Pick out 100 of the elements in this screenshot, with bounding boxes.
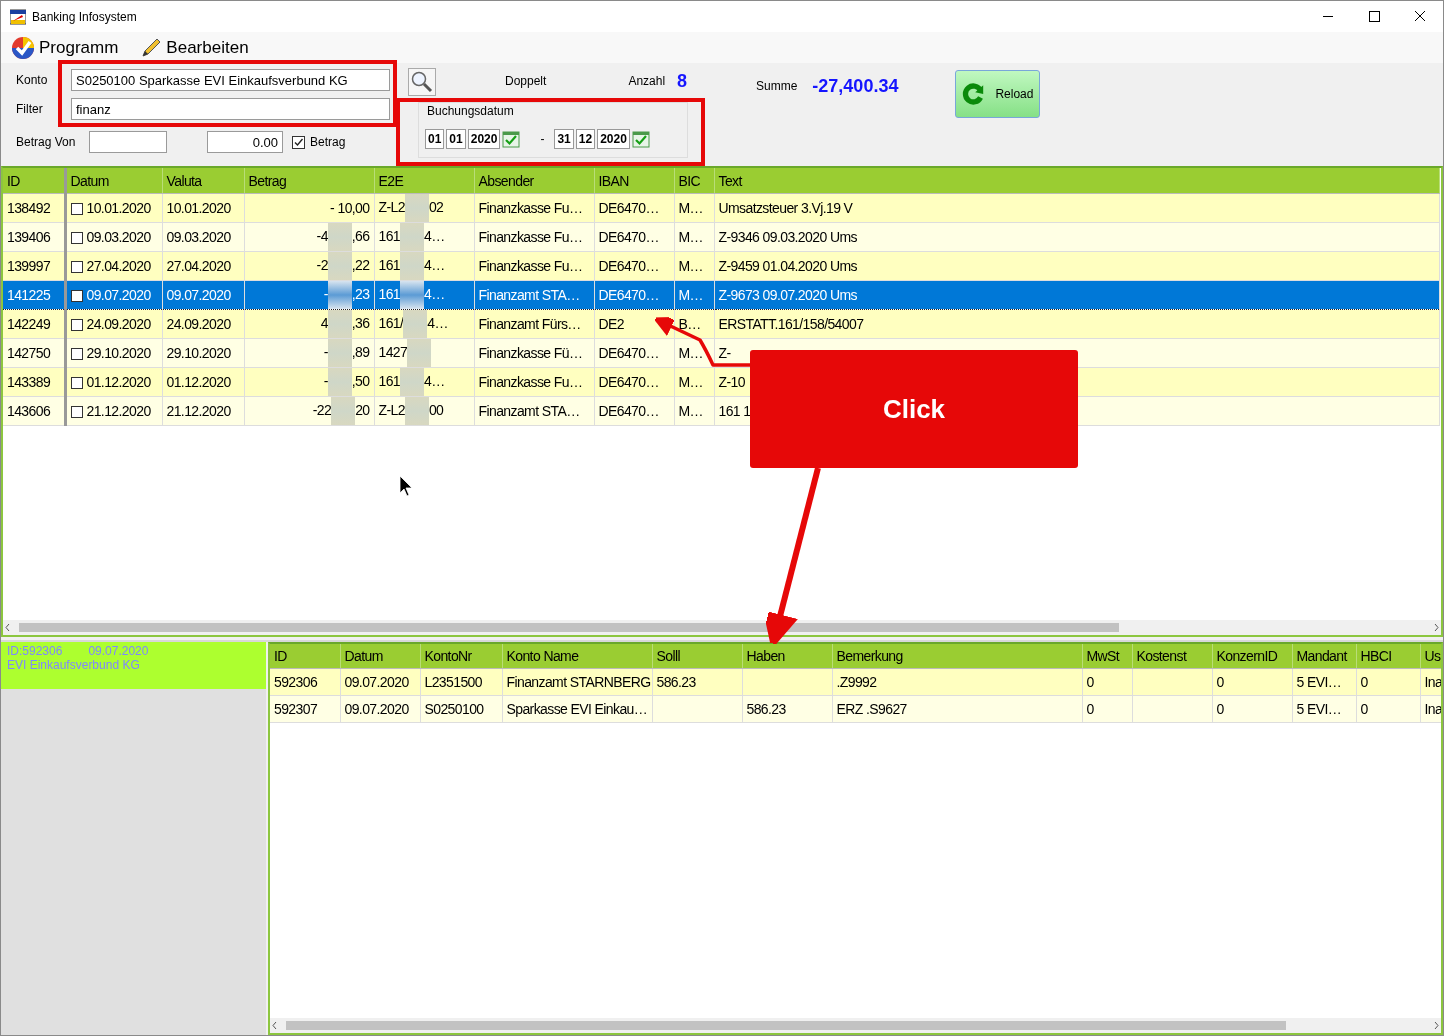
table-cell: 09.07.2020 bbox=[340, 695, 420, 723]
table-cell[interactable]: 139997 bbox=[3, 251, 65, 281]
column-header[interactable]: E2E bbox=[374, 168, 474, 194]
blur-patch bbox=[327, 368, 352, 396]
column-header[interactable]: Datum bbox=[340, 644, 420, 669]
checkbox[interactable] bbox=[70, 290, 83, 302]
table-cell: Finanzamt Fürs… bbox=[474, 309, 594, 339]
table-cell: DE6470… bbox=[594, 367, 674, 397]
table-cell: DE6470… bbox=[594, 280, 674, 310]
table-cell: 24.09.2020 bbox=[162, 309, 244, 339]
date-part-field[interactable]: 2020 bbox=[467, 129, 501, 149]
table-cell: 161 4… bbox=[374, 251, 474, 281]
column-header[interactable]: Solll bbox=[652, 644, 742, 669]
table-cell: Z-L2 00 bbox=[374, 396, 474, 426]
table-cell: 0 bbox=[1212, 695, 1292, 723]
checkbox-label: Betrag bbox=[310, 135, 346, 149]
blur-patch bbox=[327, 281, 352, 309]
table-cell: - ,89 bbox=[244, 338, 374, 368]
table-cell: 27.04.2020 bbox=[162, 251, 244, 281]
menu-item[interactable]: Bearbeiten bbox=[140, 36, 249, 59]
column-header[interactable]: HBCI bbox=[1356, 644, 1420, 669]
group-label: Buchungsdatum bbox=[427, 104, 514, 118]
table-cell: 592307 bbox=[270, 695, 340, 723]
table-cell: DE6470… bbox=[594, 193, 674, 223]
column-header[interactable]: Konto Name bbox=[502, 644, 652, 669]
column-header[interactable]: ID bbox=[3, 168, 65, 194]
table-cell: Finanzamt STA… bbox=[474, 396, 594, 426]
table-cell: - ,23 bbox=[244, 280, 374, 310]
table-cell[interactable]: 143606 bbox=[3, 396, 65, 426]
table-cell: 592306 bbox=[270, 668, 340, 696]
column-header[interactable]: Haben bbox=[742, 644, 832, 669]
date-part-field[interactable]: 2020 bbox=[597, 129, 630, 149]
column-header[interactable]: Absender bbox=[474, 168, 594, 194]
table-cell[interactable]: 142750 bbox=[3, 338, 65, 368]
column-header[interactable]: Bemerkung bbox=[832, 644, 1082, 669]
filter-field[interactable]: finanz bbox=[71, 98, 390, 120]
menu-item[interactable]: Programm bbox=[11, 35, 119, 60]
column-header[interactable]: Datum bbox=[65, 168, 162, 194]
table-cell[interactable]: 141225 bbox=[3, 280, 65, 310]
table-cell: 4 ,36 bbox=[244, 309, 374, 339]
table-cell[interactable]: 138492 bbox=[3, 193, 65, 223]
column-header[interactable]: Us bbox=[1420, 644, 1441, 669]
calendar-icon[interactable] bbox=[631, 130, 650, 148]
table-cell: .Z9992 bbox=[832, 668, 1082, 696]
reload-icon bbox=[962, 81, 986, 107]
table-cell: 5 EVI… bbox=[1292, 668, 1356, 696]
checkbox[interactable] bbox=[70, 261, 83, 273]
table-cell: Z-9459 01.04.2020 Ums bbox=[714, 251, 1439, 281]
column-header[interactable]: MwSt bbox=[1082, 644, 1132, 669]
horizontal-scrollbar[interactable] bbox=[3, 620, 1441, 635]
blur-patch bbox=[400, 368, 425, 396]
amount-from-field[interactable] bbox=[89, 131, 167, 153]
horizontal-scrollbar[interactable] bbox=[270, 1018, 1441, 1033]
column-header[interactable]: KontoNr bbox=[420, 644, 502, 669]
date-part-field[interactable]: 01 bbox=[425, 129, 445, 149]
checkbox[interactable] bbox=[70, 203, 83, 215]
calendar-icon[interactable] bbox=[502, 130, 521, 148]
date-part-field[interactable]: 31 bbox=[554, 129, 574, 149]
account-field[interactable]: S0250100 Sparkasse EVI Einkaufsverbund KG bbox=[71, 69, 390, 91]
table-cell: 161 4… bbox=[374, 222, 474, 252]
column-header[interactable]: Mandant bbox=[1292, 644, 1356, 669]
table-cell: 586.23 bbox=[652, 668, 742, 696]
blur-patch bbox=[407, 339, 432, 367]
date-part-field[interactable]: 01 bbox=[446, 129, 466, 149]
table-cell[interactable]: 142249 bbox=[3, 309, 65, 339]
column-header[interactable]: KonzernID bbox=[1212, 644, 1292, 669]
checkbox[interactable] bbox=[70, 406, 83, 418]
table-cell: 586.23 bbox=[742, 695, 832, 723]
table-cell[interactable]: 139406 bbox=[3, 222, 65, 252]
checkbox[interactable] bbox=[292, 135, 305, 149]
table-cell: -2 ,22 bbox=[244, 251, 374, 281]
checkbox[interactable] bbox=[70, 232, 83, 244]
info-text: ID:592306 bbox=[7, 644, 63, 658]
table-cell: Z-9673 09.07.2020 Ums bbox=[714, 280, 1439, 310]
table-cell: Finanzamt STARNBERG bbox=[502, 668, 652, 696]
table-cell: Finanzkasse Fu… bbox=[474, 193, 594, 223]
column-header[interactable]: ID bbox=[270, 644, 340, 669]
duplicate-label: Doppelt bbox=[505, 74, 547, 88]
column-header[interactable]: Kostenst bbox=[1132, 644, 1212, 669]
table-cell[interactable]: 143389 bbox=[3, 367, 65, 397]
table-cell: Finanzkasse Fu… bbox=[474, 251, 594, 281]
search-button[interactable] bbox=[408, 68, 436, 96]
table-cell: Finanzamt STA… bbox=[474, 280, 594, 310]
column-header[interactable]: Valuta bbox=[162, 168, 244, 194]
table-cell: 29.10.2020 bbox=[162, 338, 244, 368]
column-header[interactable]: IBAN bbox=[594, 168, 674, 194]
checkbox[interactable] bbox=[70, 377, 83, 389]
blur-patch bbox=[404, 194, 429, 222]
table-cell: Z-9346 09.03.2020 Ums bbox=[714, 222, 1439, 252]
checkbox[interactable] bbox=[70, 319, 83, 331]
amount-to-field[interactable]: 0.00 bbox=[207, 131, 283, 153]
table-cell: - ,50 bbox=[244, 367, 374, 397]
date-part-field[interactable]: 12 bbox=[575, 129, 596, 149]
column-header[interactable]: BIC bbox=[674, 168, 714, 194]
column-header[interactable]: Betrag bbox=[244, 168, 374, 194]
table-cell: 10.01.2020 bbox=[162, 193, 244, 223]
checkbox[interactable] bbox=[70, 348, 83, 360]
table-cell: 09.03.2020 bbox=[162, 222, 244, 252]
column-header[interactable]: Text bbox=[714, 168, 1439, 194]
reload-button[interactable]: Reload bbox=[955, 70, 1041, 118]
